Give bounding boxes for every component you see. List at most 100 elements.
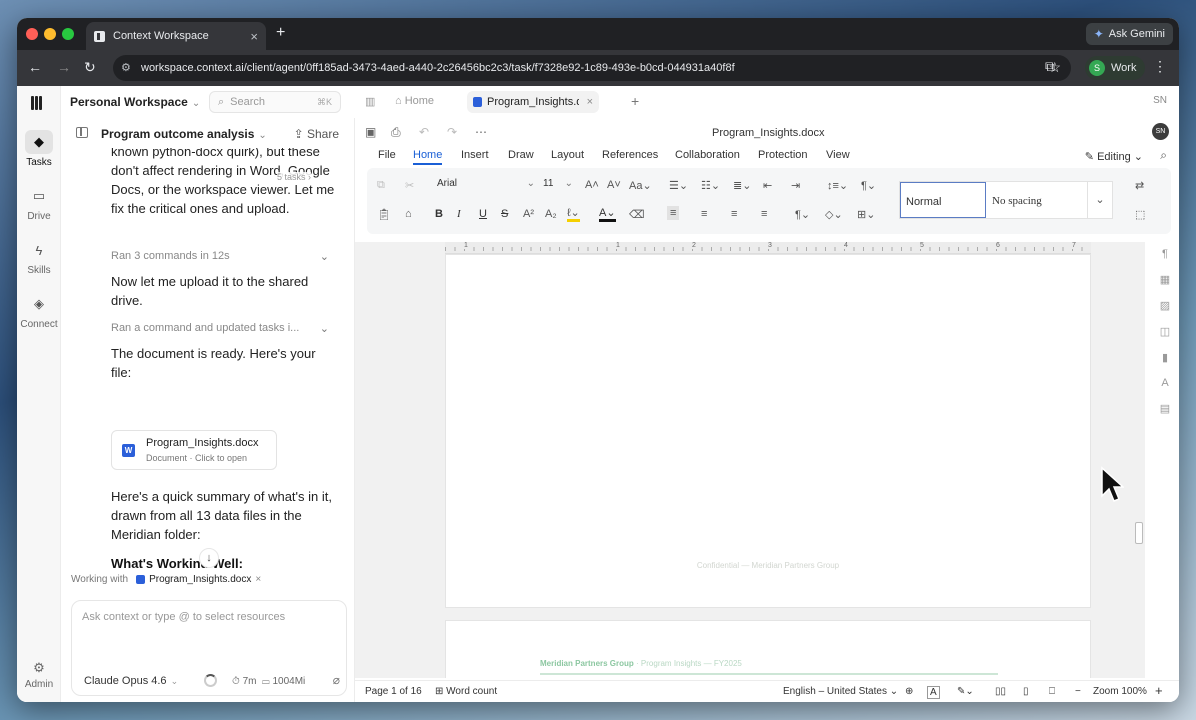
page-indicator[interactable]: Page 1 of 16 (365, 686, 422, 697)
undo-icon[interactable]: ↶ (419, 125, 429, 139)
style-normal[interactable]: Normal (900, 182, 986, 218)
find-icon[interactable]: ⌕ (1160, 148, 1167, 163)
task-title[interactable]: Program outcome analysis ⌄ (101, 127, 267, 141)
borders-icon[interactable]: ⊞⌄ (857, 208, 875, 221)
remove-chip-icon[interactable]: × (255, 574, 261, 585)
minimize-window-button[interactable] (44, 28, 56, 40)
workspace-switcher[interactable]: Personal Workspace ⌄ (70, 95, 200, 109)
vertical-scrollbar[interactable] (1133, 242, 1145, 678)
home-tab[interactable]: ⌂ Home (395, 95, 434, 107)
rail-item-skills[interactable]: ϟ Skills (17, 238, 61, 277)
reading-view-icon[interactable]: ▯▯ (995, 686, 1006, 697)
signature-icon[interactable]: ▤ (1157, 402, 1173, 415)
shape-icon[interactable]: ◫ (1157, 325, 1173, 338)
justify-button[interactable]: ≡ (761, 208, 767, 220)
superscript-button[interactable]: A² (523, 208, 534, 220)
redo-icon[interactable]: ↷ (447, 125, 457, 139)
text-art-icon[interactable]: A (1157, 377, 1173, 389)
style-no-spacing[interactable]: No spacing (992, 195, 1042, 207)
horizontal-ruler[interactable]: 1 1 2 3 4 5 6 7 (445, 242, 1091, 254)
align-right-button[interactable]: ≡ (731, 208, 737, 220)
subscript-button[interactable]: A₂ (545, 208, 557, 220)
strikethrough-button[interactable]: S (501, 208, 508, 220)
globe-icon[interactable]: ⊕ (905, 686, 913, 697)
tasks-count-badge[interactable]: 5 tasks › (277, 172, 312, 182)
language-selector[interactable]: English – United States ⌄ (783, 686, 898, 697)
paragraph-icon[interactable]: ¶ (1157, 248, 1173, 260)
sidebar-toggle-icon[interactable] (76, 127, 88, 138)
word-count-button[interactable]: ⊞ Word count (435, 686, 497, 697)
user-avatar[interactable]: SN (1152, 123, 1169, 140)
italic-button[interactable]: I (457, 208, 461, 220)
font-family-dropdown[interactable]: Arial ⌄ (437, 178, 541, 196)
context-logo-icon[interactable] (31, 96, 45, 110)
paragraph-settings-icon[interactable]: ¶⌄ (795, 208, 810, 221)
align-left-button[interactable]: ≡ (667, 206, 680, 220)
select-icon[interactable]: ⬚ (1135, 208, 1145, 221)
zoom-out-button[interactable]: − (1075, 686, 1081, 697)
model-selector[interactable]: Claude Opus 4.6 ⌄ (84, 675, 178, 687)
save-icon[interactable]: ▣ (365, 125, 376, 139)
add-tab-button[interactable]: + (631, 93, 639, 109)
multilevel-list-icon[interactable]: ≣⌄ (733, 179, 751, 192)
underline-button[interactable]: U (479, 208, 487, 220)
message-list[interactable]: known python-docx quirk), but these don'… (61, 148, 354, 568)
style-gallery-expand[interactable]: ⌄ (1087, 181, 1113, 219)
search-input[interactable]: ⌕ Search ⌘K (209, 91, 341, 113)
track-changes-icon[interactable]: ✎⌄ (957, 686, 974, 697)
page-canvas[interactable]: 1 1 2 3 4 5 6 7 Confidential — Meridian … (355, 242, 1145, 678)
change-case-icon[interactable]: Aa⌄ (629, 179, 652, 192)
numbered-list-icon[interactable]: ☷⌄ (701, 179, 720, 192)
address-bar[interactable]: ⚙ workspace.context.ai/client/agent/0ff1… (113, 55, 1071, 81)
document-page[interactable]: Confidential — Meridian Partners Group (445, 254, 1091, 608)
increase-font-icon[interactable]: A˄ (585, 179, 599, 191)
table-icon[interactable]: ▦ (1157, 273, 1173, 286)
menu-insert[interactable]: Insert (461, 149, 489, 161)
bold-button[interactable]: B (435, 208, 443, 220)
close-tab-icon[interactable]: × (587, 96, 593, 108)
print-icon[interactable]: ⎙ (391, 125, 401, 140)
panel-toggle-icon[interactable]: ▥ (365, 95, 375, 108)
chart-icon[interactable]: ▮ (1157, 351, 1173, 364)
scroll-to-bottom-button[interactable]: ↓ (199, 548, 219, 568)
zoom-in-button[interactable]: + (1155, 683, 1163, 698)
format-painter-icon[interactable]: ⌂ (405, 208, 412, 220)
reload-icon[interactable]: ↻ (84, 59, 96, 76)
ask-gemini-button[interactable]: ✦ Ask Gemini (1085, 23, 1173, 45)
paragraph-marks-icon[interactable]: ¶⌄ (861, 179, 876, 192)
copy-icon[interactable]: ⧉ (377, 179, 385, 192)
menu-draw[interactable]: Draw (508, 149, 534, 161)
message-composer[interactable]: Ask context or type @ to select resource… (71, 600, 347, 696)
file-card[interactable]: W Program_Insights.docx Document · Click… (111, 430, 277, 470)
back-arrow-icon[interactable]: ← (28, 59, 42, 75)
working-with-chip[interactable]: Program_Insights.docx × (136, 574, 261, 585)
menu-layout[interactable]: Layout (551, 149, 584, 161)
shading-icon[interactable]: ◇⌄ (825, 208, 843, 221)
menu-file[interactable]: File (378, 149, 396, 161)
share-button[interactable]: ⇪ Share (294, 127, 339, 141)
print-layout-icon[interactable]: ▯ (1023, 686, 1029, 697)
rail-item-tasks[interactable]: ◆ Tasks (17, 130, 61, 168)
forward-arrow-icon[interactable]: → (57, 59, 71, 75)
close-tab-icon[interactable]: × (250, 29, 258, 44)
tool-run-summary[interactable]: Ran 3 commands in 12s ⌄ (111, 250, 329, 263)
paste-icon[interactable]: 📋︎ (377, 208, 391, 221)
increase-indent-icon[interactable]: ⇥ (791, 179, 800, 192)
more-icon[interactable]: ⋯ (475, 125, 487, 139)
extensions-puzzle-icon[interactable]: ⧉ (1045, 58, 1055, 75)
menu-collaboration[interactable]: Collaboration (675, 149, 740, 161)
browser-tab[interactable]: Context Workspace × (86, 22, 266, 50)
font-size-dropdown[interactable]: 11 ⌄ (543, 178, 575, 196)
decrease-font-icon[interactable]: A˅ (607, 179, 621, 191)
close-window-button[interactable] (26, 28, 38, 40)
editing-mode-dropdown[interactable]: ✎ Editing ⌄ (1085, 150, 1143, 163)
rail-item-connect[interactable]: ◈ Connect (17, 292, 61, 330)
rail-item-drive[interactable]: ▭ Drive (17, 184, 61, 222)
select-styles-icon[interactable]: ⇄ (1135, 179, 1144, 192)
scrollbar-handle[interactable] (1135, 522, 1143, 544)
profile-button[interactable]: S Work (1085, 56, 1146, 80)
spellcheck-icon[interactable]: A (927, 686, 940, 699)
align-center-button[interactable]: ≡ (701, 208, 707, 220)
maximize-window-button[interactable] (62, 28, 74, 40)
tool-run-summary[interactable]: Ran a command and updated tasks i... ⌄ (111, 322, 329, 335)
